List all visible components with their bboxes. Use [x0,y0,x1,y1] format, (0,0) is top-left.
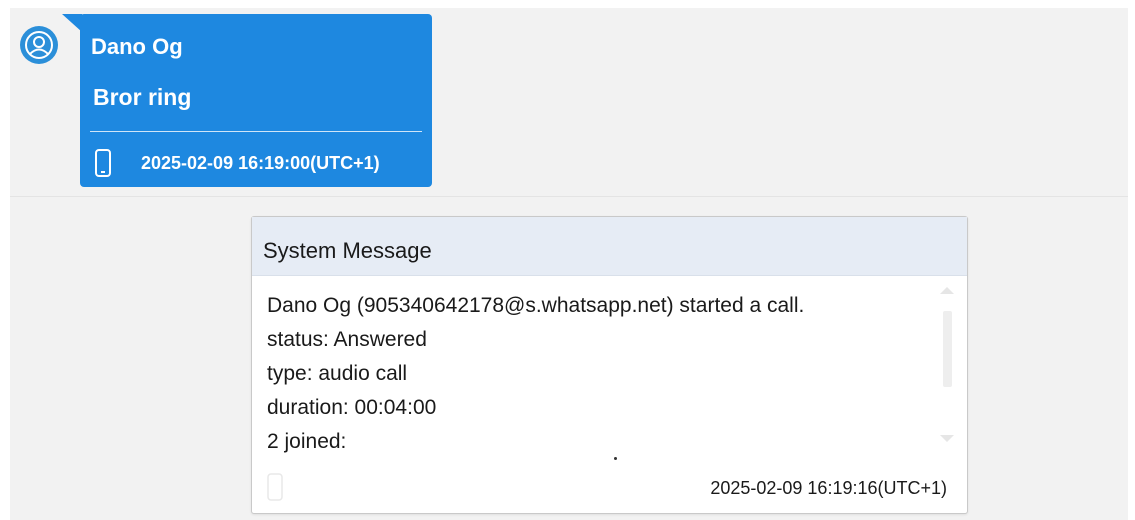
system-message-header: System Message [252,217,967,276]
sender-name: Dano Og [91,34,183,59]
system-message-title: System Message [263,238,432,263]
phone-icon [95,149,111,177]
call-joined-line: 2 joined: [267,430,347,453]
row-divider [10,196,1128,197]
message-text: Bror ring [93,84,192,110]
bubble-tail [62,14,82,32]
call-type-line: type: audio call [267,362,408,385]
scroll-down-arrow[interactable] [940,435,954,442]
bubble-divider [90,131,422,132]
system-message-card[interactable]: System Message Dano Og (905340642178@s.w… [251,216,968,514]
scroll-up-arrow[interactable] [940,287,954,294]
call-started-line: Dano Og (905340642178@s.whatsapp.net) st… [267,294,805,317]
system-message-body: Dano Og (905340642178@s.whatsapp.net) st… [267,289,937,459]
user-icon [20,26,58,64]
phone-icon [267,473,283,501]
call-duration-line: duration: 00:04:00 [267,396,437,419]
message-timestamp: 2025-02-09 16:19:00(UTC+1) [141,153,380,173]
participant-marker [614,457,617,460]
message-bubble[interactable]: Dano Og Bror ring 2025-02-09 16:19:00(UT… [80,14,432,187]
system-message-timestamp: 2025-02-09 16:19:16(UTC+1) [710,478,947,498]
call-status-line: status: Answered [267,328,427,351]
scrollbar-thumb[interactable] [943,311,952,387]
